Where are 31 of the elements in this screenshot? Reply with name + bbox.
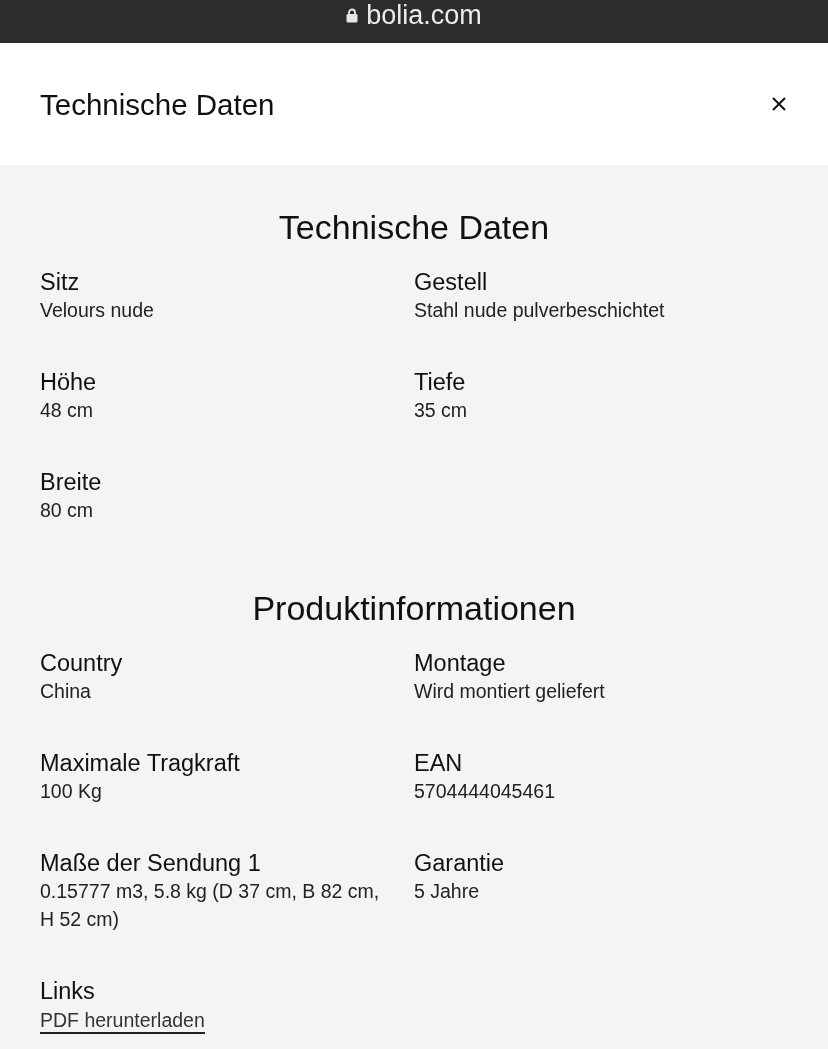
- download-link[interactable]: PDF herunterladen: [40, 1009, 205, 1034]
- close-icon: [772, 97, 786, 111]
- spec-value: 5704444045461: [414, 779, 555, 804]
- spec-label: Sitz: [40, 268, 80, 296]
- spec-value: Velours nude: [40, 298, 154, 323]
- spec-value: 0.15777 m3, 5.8 kg (D 37 cm, B 82 cm, H 52 cm): [40, 879, 381, 932]
- address-bar-url[interactable]: bolia.com: [366, 0, 482, 30]
- spec-value: 35 cm: [414, 398, 468, 423]
- spec-label: Country: [40, 649, 123, 677]
- spec-value: 5 Jahre: [414, 879, 480, 904]
- spec-label: Montage: [414, 649, 506, 677]
- spec-value: 48 cm: [40, 398, 94, 423]
- modal-title: Technische Daten: [40, 87, 275, 123]
- spec-label: Breite: [40, 468, 102, 496]
- section-heading: Technische Daten: [277, 207, 551, 247]
- spec-value: Stahl nude pulverbeschichtet: [414, 298, 665, 323]
- spec-label: Maximale Tragkraft: [40, 749, 240, 777]
- spec-label: Links: [40, 977, 95, 1005]
- spec-label: Tiefe: [414, 368, 466, 396]
- spec-value: 100 Kg: [40, 779, 102, 804]
- spec-value: 80 cm: [40, 498, 94, 523]
- lock-icon: [346, 8, 359, 23]
- spec-label: Garantie: [414, 849, 505, 877]
- spec-label: Maße der Sendung 1: [40, 849, 261, 877]
- close-button[interactable]: [772, 97, 786, 111]
- spec-value: Wird montiert geliefert: [414, 679, 605, 704]
- spec-value: China: [40, 679, 91, 704]
- spec-label: Höhe: [40, 368, 97, 396]
- spec-label: Gestell: [414, 268, 488, 296]
- section-heading: Produktinformationen: [251, 588, 577, 628]
- spec-label: EAN: [414, 749, 463, 777]
